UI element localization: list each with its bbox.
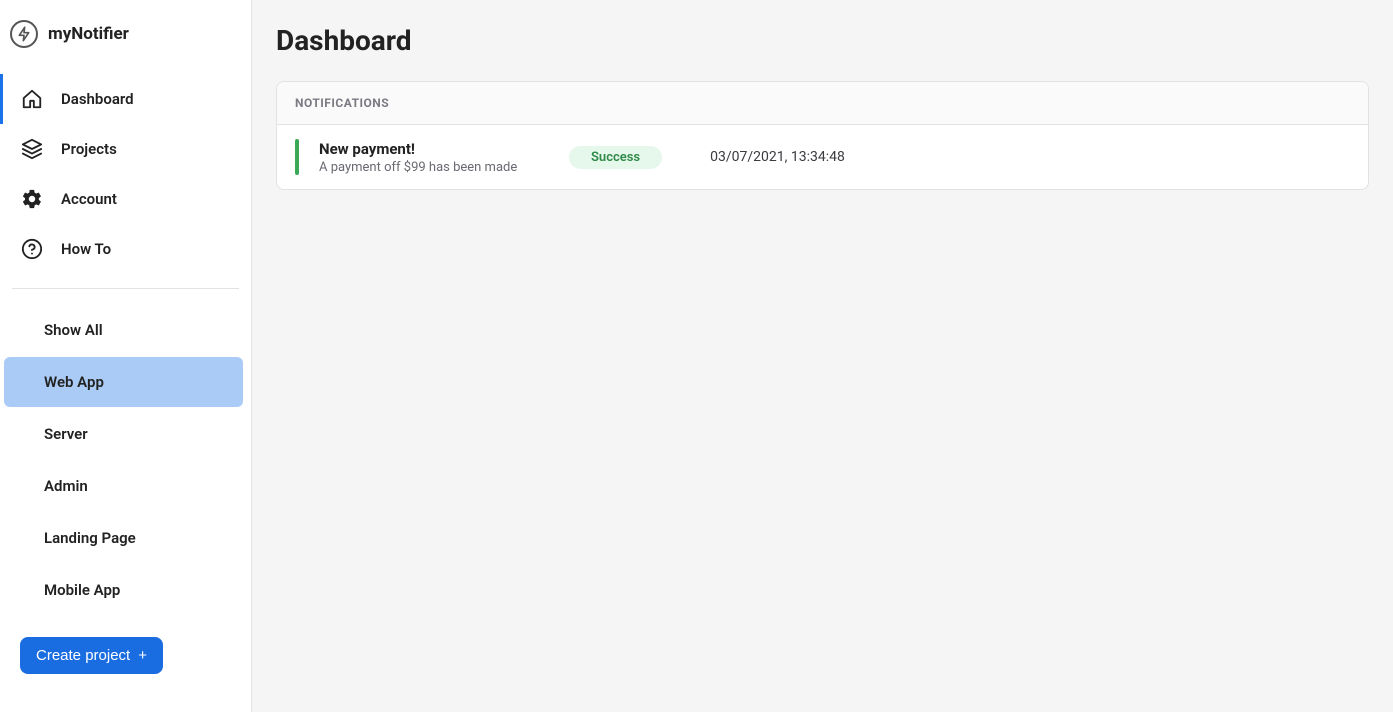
- project-item-label: Show All: [44, 321, 103, 339]
- project-item-showall[interactable]: Show All: [4, 305, 243, 355]
- nav-label: Dashboard: [61, 90, 134, 108]
- nav-item-howto[interactable]: How To: [0, 224, 251, 274]
- main-nav: Dashboard Projects Account How To: [0, 68, 251, 280]
- nav-divider: [12, 288, 239, 289]
- brand-area: myNotifier: [0, 12, 251, 68]
- project-item-label: Mobile App: [44, 581, 120, 599]
- project-item-label: Admin: [44, 477, 88, 495]
- project-item-label: Landing Page: [44, 529, 136, 547]
- main-content: Dashboard NOTIFICATIONS New payment! A p…: [252, 0, 1393, 712]
- project-item-admin[interactable]: Admin: [4, 461, 243, 511]
- project-item-label: Server: [44, 425, 88, 443]
- notification-description: A payment off $99 has been made: [319, 160, 549, 175]
- nav-item-projects[interactable]: Projects: [0, 124, 251, 174]
- project-item-landing[interactable]: Landing Page: [4, 513, 243, 563]
- create-project-wrap: Create project +: [0, 623, 251, 688]
- nav-label: Projects: [61, 140, 117, 158]
- project-item-mobile[interactable]: Mobile App: [4, 565, 243, 615]
- nav-label: Account: [61, 190, 117, 208]
- layers-icon: [21, 138, 43, 160]
- page-title: Dashboard: [276, 24, 1369, 57]
- plus-icon: +: [138, 647, 147, 664]
- sidebar: myNotifier Dashboard Projects Account Ho: [0, 0, 252, 712]
- project-item-webapp[interactable]: Web App: [4, 357, 243, 407]
- project-list: Show All Web App Server Admin Landing Pa…: [0, 297, 251, 623]
- notification-timestamp: 03/07/2021, 13:34:48: [710, 149, 845, 165]
- status-badge: Success: [569, 146, 662, 169]
- notifications-card: NOTIFICATIONS New payment! A payment off…: [276, 81, 1369, 190]
- notification-title: New payment!: [319, 140, 549, 158]
- notification-row[interactable]: New payment! A payment off $99 has been …: [277, 125, 1368, 189]
- brand-logo-icon: [10, 20, 38, 48]
- notifications-card-header: NOTIFICATIONS: [277, 82, 1368, 125]
- home-icon: [21, 88, 43, 110]
- nav-item-dashboard[interactable]: Dashboard: [0, 74, 251, 124]
- notification-text: New payment! A payment off $99 has been …: [319, 140, 549, 175]
- nav-item-account[interactable]: Account: [0, 174, 251, 224]
- brand-name: myNotifier: [48, 24, 129, 44]
- project-item-label: Web App: [44, 373, 104, 391]
- create-project-label: Create project: [36, 647, 130, 664]
- project-item-server[interactable]: Server: [4, 409, 243, 459]
- help-icon: [21, 238, 43, 260]
- create-project-button[interactable]: Create project +: [20, 637, 163, 674]
- nav-label: How To: [61, 240, 111, 258]
- status-indicator-bar: [295, 139, 299, 175]
- gear-icon: [21, 188, 43, 210]
